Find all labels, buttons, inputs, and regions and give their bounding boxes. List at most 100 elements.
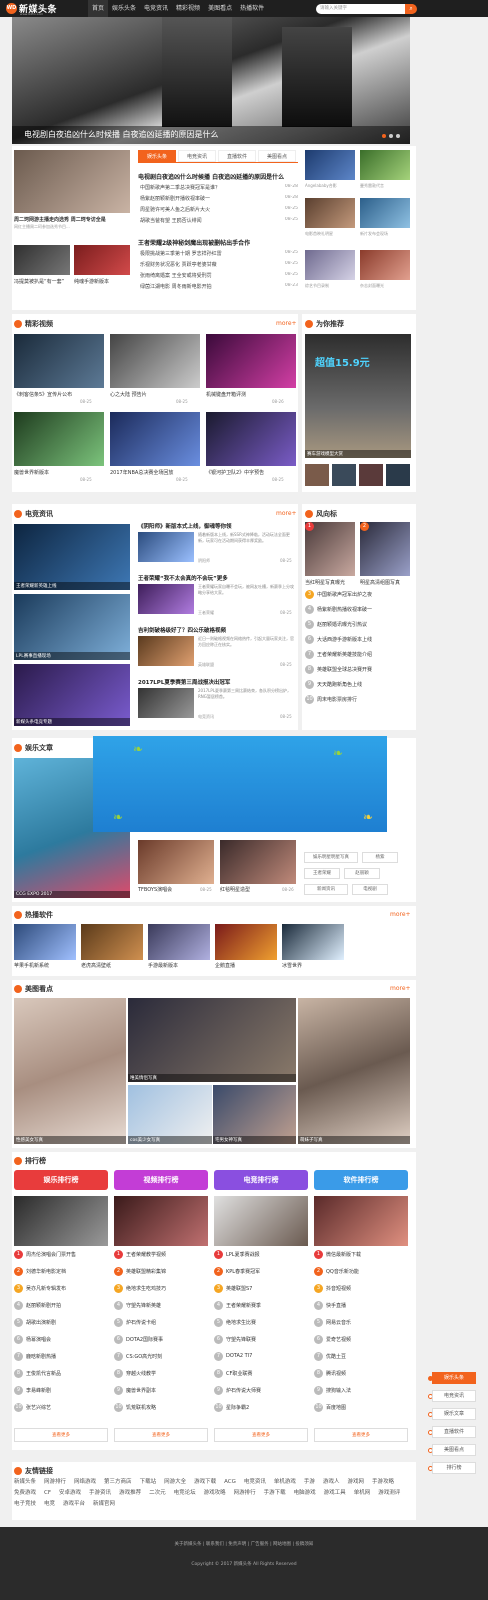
ranking-item[interactable]: DOTA2国际赛事 [126,1336,208,1343]
news-line[interactable]: 周星驰许可美人鱼之后新片大火 08-25 [140,206,298,213]
software-thumb[interactable] [215,924,277,960]
ranking-item[interactable]: 王者荣耀新赛季 [226,1302,308,1309]
recommend-ad[interactable]: 超值15.9元 赛车游戏模型大赏 [305,334,411,458]
news-headline-1[interactable]: 电视剧白夜追凶什么时候播 白夜追凶延播的原因是什么 [138,172,298,181]
ranking-item[interactable]: 守望先锋联赛 [226,1336,308,1343]
hotlist-item[interactable]: 赵丽颖婚讯曝光引热议 [317,621,411,628]
friend-link[interactable]: 游戏工具 [324,1488,346,1499]
hotlist-item[interactable]: 中国新歌声冠军出炉之夜 [317,591,411,598]
footer-links[interactable]: 关于新媒头条 | 联系我们 | 免责声明 | 广告服务 | 网站地图 | 投稿须… [0,1541,488,1547]
beauty-photo[interactable]: 萌妹子写真 [298,998,410,1144]
grid-photo[interactable] [360,150,410,180]
grid-photo[interactable] [360,250,410,280]
ranking-item[interactable]: CS:GO高光时刻 [126,1353,208,1360]
hotlist-item[interactable]: 王者荣耀新英雄技能介绍 [317,651,411,658]
hotlist-photo-title[interactable]: 当红明星写真曝光 [305,579,355,586]
software-title-item[interactable]: 老虎高清壁纸 [81,962,143,969]
grid-photo[interactable] [305,198,355,228]
feature-main-title[interactable]: 周二珂网游主播走向选秀 周二珂专访全是 [14,216,130,223]
ranking-item[interactable]: 吴亦凡新专辑发布 [26,1285,108,1292]
recommend-thumb[interactable] [386,464,410,486]
esports-item-head[interactable]: 2017LPL夏季赛第三周战报决出冠军 [138,678,296,686]
ent-tag[interactable]: 杨紫 [362,852,398,863]
ranking-cat-button[interactable]: 电竞排行榜 [214,1170,308,1190]
sidebar-button[interactable]: 美图看点 [432,1444,476,1456]
recommend-thumb[interactable] [359,464,383,486]
ranking-item[interactable]: 饥荒联机攻略 [126,1404,208,1411]
ranking-item[interactable]: 绝地求生吃鸡技巧 [126,1285,208,1292]
sidebar-button[interactable]: 娱乐头条 [432,1372,476,1384]
hotlist-photo[interactable] [305,522,355,576]
friend-link[interactable]: 手游下载 [264,1488,286,1499]
ranking-photo[interactable] [114,1196,208,1246]
grid-title[interactable]: 新片发布会现场 [360,231,410,237]
software-thumb[interactable] [282,924,344,960]
software-title-item[interactable]: 冰雪世界 [282,962,344,969]
friend-link[interactable]: ACG [224,1477,236,1488]
hotlist-item[interactable]: 大话西游手游新版本上线 [317,636,411,643]
software-title-item[interactable]: 手游最新版本 [148,962,210,969]
tab-beauty[interactable]: 美图看点 [258,150,296,162]
hero-dot[interactable] [389,134,393,138]
sidebar-button[interactable]: 娱乐文章 [432,1408,476,1420]
ranking-item[interactable]: 王者荣耀教学视频 [126,1251,208,1258]
tab-ent[interactable]: 娱乐头条 [138,150,176,162]
ent-tag[interactable]: 新闻资讯 [304,884,348,895]
ent-tag[interactable]: 电视剧 [352,884,388,895]
videos-more-link[interactable]: more+ [276,320,297,327]
friend-link[interactable]: 免费游戏 [14,1488,36,1499]
friend-link[interactable]: 第三方商店 [104,1477,132,1488]
software-thumb[interactable] [81,924,143,960]
grid-photo[interactable] [305,250,355,280]
friend-link[interactable]: 新媒官网 [93,1499,115,1510]
software-thumb[interactable] [148,924,210,960]
ranking-cat-button[interactable]: 娱乐排行榜 [14,1170,108,1190]
friend-link[interactable]: 网络游戏 [74,1477,96,1488]
beauty-photo[interactable]: cos美少女写真 [128,1085,212,1144]
site-logo[interactable]: WD 新媒头条 www.94fm.com [6,2,78,16]
grid-title[interactable]: Angelababy合影 [305,183,355,189]
ranking-item[interactable]: 网易云音乐 [326,1319,408,1326]
friend-link[interactable]: 游戏攻略 [204,1488,226,1499]
video-title[interactable]: 2017年NBA总决赛全场回放 [110,469,200,476]
hotlist-photo-title[interactable]: 明星高清组图写真 [360,579,410,586]
hotlist-photo[interactable] [360,522,410,576]
video-title[interactable]: 心之大陆 预告片 [110,391,200,398]
ranking-photo[interactable] [214,1196,308,1246]
friend-link[interactable]: 游戏人 [323,1477,340,1488]
friend-link[interactable]: 游戏推荐 [119,1488,141,1499]
ranking-item[interactable]: 胡歌出演新剧 [26,1319,108,1326]
grid-title[interactable]: 杂志封面曝光 [360,283,410,289]
friend-link[interactable]: 电竞资讯 [244,1477,266,1488]
video-thumb[interactable] [14,412,104,466]
news-line[interactable]: 极限挑战第三季第十期 罗志祥孙红雷 08-25 [140,250,298,257]
tab-esports[interactable]: 电竞资讯 [178,150,216,162]
friend-link[interactable]: 新媒头条 [14,1477,36,1488]
ranking-photo[interactable] [314,1196,408,1246]
esports-item-head[interactable]: 吉利剑破格级好了？四公乐破格视频 [138,626,296,634]
esports-item-head[interactable]: 王者荣耀“我不太会真的不会玩”更多 [138,574,296,582]
ranking-photo[interactable] [14,1196,108,1246]
search-input[interactable]: 请输入关键字 ⌕ [316,4,417,14]
ranking-item[interactable]: 穿越火线教学 [126,1370,208,1377]
ranking-item[interactable]: KPL春季赛冠军 [226,1268,308,1275]
friend-link[interactable]: 游戏平台 [63,1499,85,1510]
software-title-item[interactable]: 苹果手机新系统 [14,962,76,969]
beauty-photo[interactable]: 宅男女神写真 [213,1085,296,1144]
feature-thumb-1-title[interactable]: 冯提莫被扒是“有一套” [14,278,70,285]
esports-photo[interactable]: 新媒头条电竞专题 [14,664,130,726]
sidebar-button[interactable]: 直播软件 [432,1426,476,1438]
nav-item-software[interactable]: 热播软件 [236,0,268,17]
feature-thumb-1[interactable] [14,245,70,275]
video-thumb[interactable] [206,334,296,388]
news-line[interactable]: 乐视财务状况恶化 贾跃亭老婆甘薇 08-25 [140,261,298,268]
ranking-item[interactable]: DOTA2 TI7 [226,1353,308,1359]
nav-item-video[interactable]: 精彩视频 [172,0,204,17]
esports-photo[interactable]: 王者荣耀新英雄上线 [14,524,130,590]
ranking-item[interactable]: 绝地求生比赛 [226,1319,308,1326]
friend-link[interactable]: 网游大全 [164,1477,186,1488]
hotlist-item[interactable]: 天天酷跑新角色上线 [317,681,411,688]
hero-banner[interactable]: 电视剧白夜追凶什么时候播 白夜追凶延播的原因是什么 [12,17,410,144]
beauty-photo[interactable]: 唯美情侣写真 [128,998,296,1082]
friend-link[interactable]: CF [44,1488,51,1499]
